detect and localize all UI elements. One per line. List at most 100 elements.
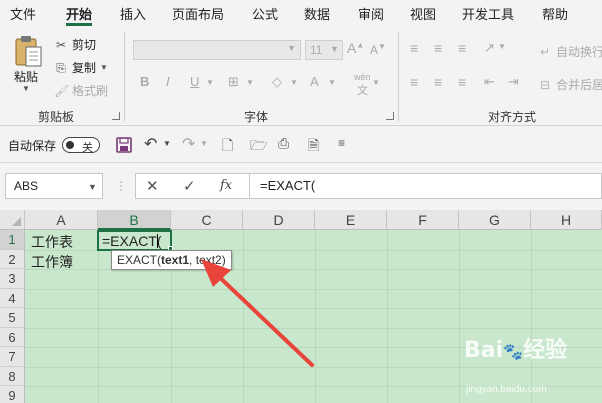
align-right-icon[interactable]: ≡	[458, 74, 466, 90]
increase-font-icon[interactable]: A▲	[347, 40, 364, 56]
row-header-7[interactable]: 7	[0, 347, 25, 367]
fill-color-icon[interactable]: ◇	[272, 74, 282, 90]
print-preview-icon[interactable]: ⎙	[278, 135, 289, 152]
column-header-f[interactable]: F	[387, 210, 459, 230]
paste-button[interactable]	[12, 34, 44, 68]
chevron-down-icon[interactable]: ▼	[290, 78, 298, 87]
chevron-down-icon[interactable]: ▼	[246, 78, 254, 87]
orientation-icon[interactable]: ↗	[484, 40, 495, 56]
tab-developer[interactable]: 开发工具	[462, 4, 514, 23]
cancel-icon[interactable]: ✕	[146, 177, 159, 195]
cell-b1: =EXACT(	[102, 233, 162, 249]
more-icon: ⋮	[115, 179, 127, 193]
font-color-icon[interactable]: A	[310, 74, 319, 89]
bold-icon[interactable]: B	[140, 74, 149, 89]
tab-insert[interactable]: 插入	[120, 4, 146, 23]
chevron-down-icon[interactable]: ▼	[88, 182, 97, 192]
border-icon[interactable]: ⊞	[228, 74, 239, 90]
row-header-4[interactable]: 4	[0, 288, 25, 308]
chevron-down-icon[interactable]: ▼	[206, 78, 214, 87]
tab-page-layout[interactable]: 页面布局	[172, 4, 224, 23]
wrap-label: 自动换行	[556, 45, 602, 59]
tab-home[interactable]: 开始	[66, 4, 92, 23]
column-header-d[interactable]: D	[243, 210, 315, 230]
copy-icon: ⎘	[56, 60, 66, 75]
enter-check-icon[interactable]: ✓	[183, 177, 196, 195]
increase-indent-icon[interactable]: ⇥	[508, 74, 519, 90]
row-header-2[interactable]: 2	[0, 249, 25, 269]
phonetic-icon[interactable]: wén	[354, 72, 371, 82]
brush-icon: 🖌	[54, 83, 70, 98]
chevron-down-icon[interactable]: ▼	[328, 78, 336, 87]
active-cell-b1[interactable]: =EXACT(	[97, 230, 172, 251]
row-header-8[interactable]: 8	[0, 366, 25, 386]
autosave-toggle[interactable]: 关	[62, 137, 100, 154]
font-size-input[interactable]: 11 ▼	[305, 40, 343, 60]
paste-label[interactable]: 粘贴	[14, 68, 38, 85]
column-header-e[interactable]: E	[315, 210, 387, 230]
align-bottom-icon[interactable]: ≡	[458, 40, 466, 56]
cut-button[interactable]: ✂ 剪切	[54, 36, 96, 53]
tab-file[interactable]: 文件	[10, 4, 36, 23]
tab-review[interactable]: 审阅	[358, 4, 384, 23]
cell-a1[interactable]: 工作表	[31, 232, 73, 252]
tab-data[interactable]: 数据	[304, 4, 330, 23]
copy-dropdown-icon[interactable]: ▼	[100, 63, 108, 72]
toggle-state-label: 关	[82, 142, 93, 154]
column-header-h[interactable]: H	[531, 210, 602, 230]
insert-function-icon[interactable]: fx	[220, 178, 232, 193]
align-left-icon[interactable]: ≡	[410, 74, 418, 90]
decrease-font-icon[interactable]: A▼	[370, 42, 386, 57]
tab-view[interactable]: 视图	[410, 4, 436, 23]
copy-button[interactable]: ⎘ 复制 ▼	[54, 59, 108, 76]
select-all-button[interactable]	[0, 210, 25, 230]
formula-input[interactable]: =EXACT(	[249, 173, 602, 199]
font-launcher-icon[interactable]	[386, 112, 394, 120]
align-top-icon[interactable]: ≡	[410, 40, 418, 56]
tooltip-arg-rest[interactable]: , text2)	[189, 253, 226, 267]
align-middle-icon[interactable]: ≡	[434, 40, 442, 56]
format-painter-button[interactable]: 🖌 格式刷	[54, 82, 108, 99]
chevron-down-icon[interactable]: ▼	[372, 78, 380, 87]
clipboard-group-label: 剪贴板	[38, 110, 75, 124]
column-header-a[interactable]: A	[25, 210, 98, 230]
clipboard-launcher-icon[interactable]	[112, 112, 120, 120]
row-header-3[interactable]: 3	[0, 269, 25, 289]
save-icon[interactable]	[116, 137, 132, 153]
open-folder-icon[interactable]: 🗁	[250, 135, 267, 159]
font-name-input[interactable]: ▼	[133, 40, 301, 60]
column-header-c[interactable]: C	[171, 210, 243, 230]
chevron-down-icon[interactable]: ▼	[200, 139, 208, 148]
gridline	[25, 288, 602, 290]
customize-toolbar-icon[interactable]: ≡	[338, 136, 345, 150]
row-header-9[interactable]: 9	[0, 386, 25, 403]
function-tooltip[interactable]: EXACT(text1, text2)	[111, 250, 232, 270]
ribbon: 粘贴 ▼ ✂ 剪切 ⎘ 复制 ▼ 🖌 格式刷 剪贴板 ▼ 11 ▼ A▲ A▼ …	[0, 26, 602, 126]
undo-icon[interactable]: ↶	[144, 134, 157, 154]
watermark-brand2: 经验	[523, 338, 568, 363]
tab-formulas[interactable]: 公式	[252, 4, 278, 23]
divider	[398, 32, 399, 122]
chevron-down-icon[interactable]: ▼	[163, 139, 171, 148]
new-document-icon[interactable]: 🗋	[222, 135, 233, 159]
chevron-down-icon[interactable]: ▼	[498, 42, 506, 51]
row-header-6[interactable]: 6	[0, 327, 25, 347]
wrap-text-button[interactable]: ↵ 自动换行	[538, 43, 602, 60]
column-header-g[interactable]: G	[459, 210, 531, 230]
column-header-b[interactable]: B	[98, 210, 171, 230]
align-center-icon[interactable]: ≡	[434, 74, 442, 90]
italic-icon[interactable]: I	[166, 74, 170, 89]
spell-check-icon[interactable]: 🗎	[308, 135, 319, 159]
paste-dropdown-icon[interactable]: ▼	[22, 84, 30, 93]
row-header-1[interactable]: 1	[0, 230, 25, 250]
tooltip-function-name[interactable]: EXACT(	[117, 253, 161, 267]
tab-help[interactable]: 帮助	[542, 4, 568, 23]
redo-icon[interactable]: ↷	[182, 134, 195, 154]
cell-a2[interactable]: 工作簿	[31, 252, 73, 272]
row-header-5[interactable]: 5	[0, 308, 25, 328]
merge-center-button[interactable]: ⊟ 合并后居	[538, 76, 602, 93]
underline-icon[interactable]: U	[190, 74, 199, 89]
tooltip-arg-current[interactable]: text1	[161, 253, 189, 267]
decrease-indent-icon[interactable]: ⇤	[484, 74, 495, 90]
watermark-brand-text: Bai	[464, 338, 504, 363]
